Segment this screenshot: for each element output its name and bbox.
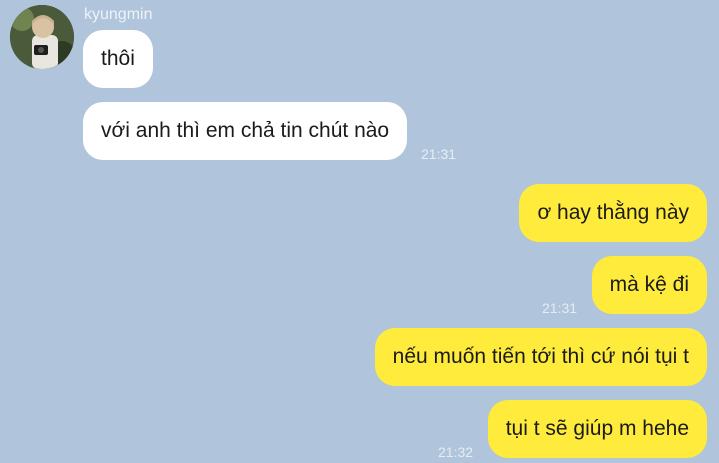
message-text: với anh thì em chả tin chút nào [101, 119, 390, 142]
message-timestamp: 21:31 [421, 146, 457, 162]
outgoing-message[interactable]: nếu muốn tiến tới thì cứ nói tụi t [374, 328, 707, 386]
outgoing-message[interactable]: ơ hay thằng này [519, 184, 707, 242]
outgoing-message[interactable]: tụi t sẽ giúp m hehe [487, 400, 707, 458]
outgoing-message[interactable]: mà kệ đi [591, 256, 707, 314]
incoming-message[interactable]: với anh thì em chả tin chút nào [83, 102, 408, 160]
avatar-image [10, 5, 74, 69]
sender-name: kyungmin [84, 6, 153, 23]
message-text: nếu muốn tiến tới thì cứ nói tụi t [392, 345, 689, 368]
message-timestamp: 21:32 [438, 444, 474, 460]
message-text: thôi [101, 47, 135, 70]
message-text: tụi t sẽ giúp m hehe [505, 417, 689, 440]
message-text: mà kệ đi [609, 273, 689, 296]
message-text: ơ hay thằng này [537, 201, 689, 224]
incoming-message[interactable]: thôi [83, 30, 153, 88]
avatar[interactable] [10, 5, 74, 69]
message-timestamp: 21:31 [542, 300, 578, 316]
